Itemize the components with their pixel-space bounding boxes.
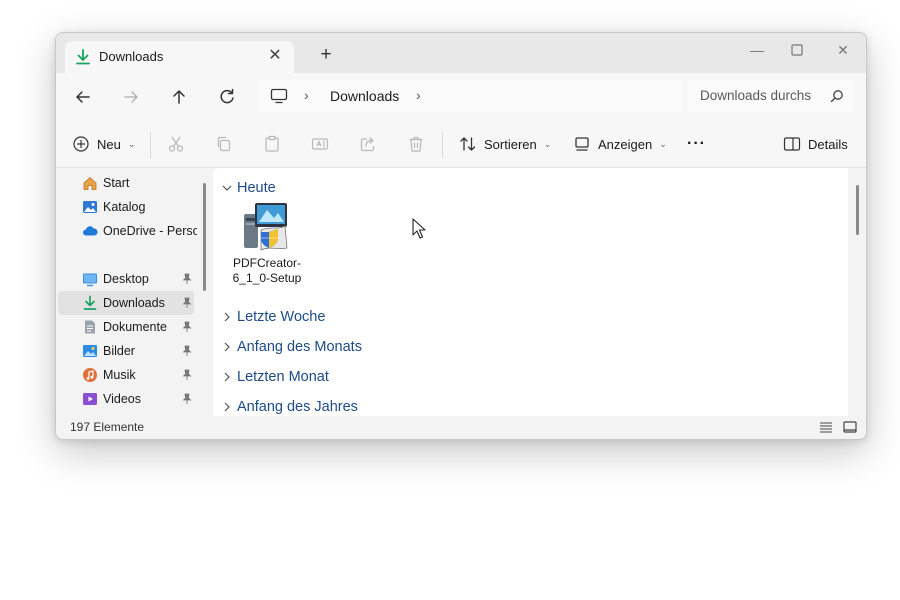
sidebar-item-label: Katalog: [103, 200, 146, 214]
sidebar-scrollbar[interactable]: [203, 183, 206, 291]
group-label: Heute: [237, 180, 276, 196]
sidebar-item-musik[interactable]: Musik: [58, 363, 194, 387]
group-label: Anfang des Monats: [237, 339, 362, 355]
group-label: Anfang des Jahres: [237, 399, 358, 415]
details-pane-icon: [783, 137, 801, 151]
download-icon: [76, 49, 90, 65]
chevron-right-icon: [224, 342, 230, 352]
share-icon[interactable]: [359, 135, 377, 153]
close-window-button[interactable]: ✕: [830, 39, 856, 61]
command-bar: Neu ⌄ Sortieren ⌄ Anzeigen ⌄ ··· Details: [56, 121, 866, 168]
mouse-pointer-icon: [412, 218, 426, 239]
sort-button[interactable]: Sortieren ⌄: [459, 121, 551, 167]
onedrive-icon: [83, 226, 98, 236]
chevron-down-icon: [222, 185, 232, 191]
forward-arrow-icon[interactable]: [118, 84, 144, 110]
toolbar-divider: [150, 132, 151, 158]
details-view-icon[interactable]: [818, 419, 834, 435]
home-icon: [83, 176, 97, 190]
breadcrumb-chevron-icon[interactable]: ›: [416, 87, 421, 103]
chevron-right-icon: [224, 312, 230, 322]
chevron-down-icon: ⌄: [543, 138, 552, 149]
this-pc-icon[interactable]: [270, 88, 288, 104]
sidebar-item-katalog[interactable]: Katalog: [58, 195, 194, 219]
new-tab-button[interactable]: +: [316, 45, 336, 65]
refresh-icon[interactable]: [214, 84, 240, 110]
rename-icon[interactable]: [311, 135, 329, 153]
status-bar: 197 Elemente: [56, 416, 866, 439]
download-icon: [83, 295, 97, 310]
gallery-icon: [83, 201, 97, 213]
details-pane-button[interactable]: Details: [783, 121, 848, 167]
tab-downloads[interactable]: Downloads ✕: [65, 41, 294, 73]
file-name: PDFCreator-6_1_0-Setup: [232, 256, 302, 285]
sidebar-item-bilder[interactable]: Bilder: [58, 339, 194, 363]
new-label: Neu: [97, 136, 121, 152]
new-button[interactable]: Neu ⌄: [72, 121, 135, 167]
cut-icon[interactable]: [167, 135, 185, 153]
search-input[interactable]: Downloads durchsuchen: [688, 80, 854, 112]
copy-icon[interactable]: [215, 135, 233, 153]
navigation-pane: Start Katalog OneDrive - Personal Deskto…: [56, 168, 204, 416]
delete-icon[interactable]: [407, 135, 425, 153]
back-arrow-icon[interactable]: [70, 84, 96, 110]
title-bar: Downloads ✕ + — ✕: [56, 33, 866, 73]
chevron-down-icon: ⌄: [127, 138, 136, 149]
minimize-button[interactable]: —: [744, 39, 770, 61]
group-label: Letzte Woche: [237, 309, 326, 325]
search-icon: [830, 90, 843, 103]
breadcrumb-chevron-icon[interactable]: ›: [304, 87, 309, 103]
sidebar-item-desktop[interactable]: Desktop: [58, 267, 194, 291]
content-scrollbar[interactable]: [856, 185, 859, 235]
sidebar-item-label: OneDrive - Personal: [103, 224, 197, 238]
tiles-view-icon[interactable]: [842, 419, 858, 435]
chevron-right-icon: [224, 372, 230, 382]
file-list: Heute PDFCreator-6_1_0-Setup Letzte Woch…: [213, 168, 848, 416]
view-monitor-icon: [575, 137, 589, 151]
desktop-icon: [83, 273, 97, 287]
pictures-icon: [83, 345, 97, 357]
toolbar-divider: [442, 132, 443, 158]
sidebar-item-onedrive[interactable]: OneDrive - Personal: [58, 219, 197, 243]
sidebar-item-label: Start: [103, 176, 130, 190]
close-tab-icon[interactable]: ✕: [266, 47, 284, 65]
search-placeholder: Downloads durchsuchen: [700, 88, 812, 103]
pin-icon[interactable]: [182, 345, 192, 357]
item-count: 197 Elemente: [70, 420, 145, 434]
address-bar[interactable]: › Downloads ›: [258, 80, 682, 112]
file-item[interactable]: PDFCreator-6_1_0-Setup: [231, 202, 303, 298]
view-button[interactable]: Anzeigen ⌄: [573, 121, 667, 167]
sort-label: Sortieren: [484, 136, 537, 152]
sidebar-item-videos[interactable]: Videos: [58, 387, 194, 411]
pin-icon[interactable]: [182, 297, 192, 309]
maximize-button[interactable]: [784, 39, 810, 61]
paste-icon[interactable]: [263, 135, 281, 153]
details-label: Details: [808, 136, 848, 152]
sidebar-item-dokumente[interactable]: Dokumente: [58, 315, 194, 339]
up-arrow-icon[interactable]: [166, 84, 192, 110]
installer-icon: [244, 203, 288, 251]
file-explorer-window: Downloads ✕ + — ✕ › Downloads › Download…: [55, 32, 867, 440]
pin-icon[interactable]: [182, 321, 192, 333]
group-label: Letzten Monat: [237, 369, 329, 385]
document-icon: [85, 320, 95, 334]
sidebar-item-downloads[interactable]: Downloads: [58, 291, 194, 315]
chevron-right-icon: [224, 402, 230, 412]
sidebar-item-start[interactable]: Start: [58, 171, 194, 195]
sort-icon: [460, 137, 476, 151]
add-circle-icon: [73, 136, 89, 152]
tab-title: Downloads: [99, 49, 164, 64]
pin-icon[interactable]: [182, 369, 192, 381]
pin-icon[interactable]: [182, 273, 192, 285]
chevron-down-icon: ⌄: [659, 138, 667, 149]
address-row: › Downloads › Downloads durchsuchen: [56, 73, 866, 121]
music-icon: [83, 368, 97, 382]
breadcrumb-downloads[interactable]: Downloads: [330, 88, 399, 104]
more-options-button[interactable]: ···: [687, 121, 706, 167]
videos-icon: [83, 393, 97, 405]
view-label: Anzeigen: [598, 136, 653, 152]
pin-icon[interactable]: [182, 393, 192, 405]
